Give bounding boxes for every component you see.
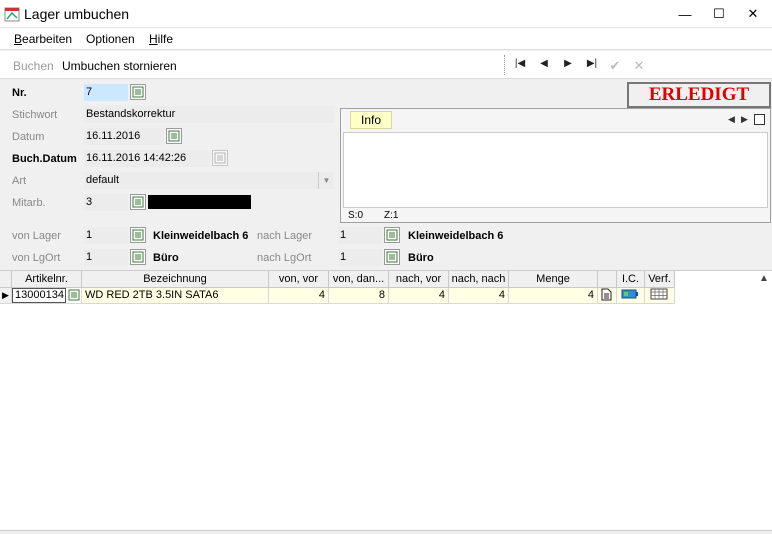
umbuchen-stornieren-button[interactable]: Umbuchen stornieren [62,59,177,73]
window-title: Lager umbuchen [24,6,130,22]
nr-label: Nr. [12,87,27,99]
von-lager-name: Kleinweidelbach 6 [153,230,249,242]
artikel-picker-icon[interactable] [67,288,81,302]
nr-picker-icon[interactable] [130,84,146,100]
grid-header-verf[interactable]: Verf. [645,271,675,288]
von-lgort-picker-icon[interactable] [130,249,146,265]
von-lgort-label: von LgOrt [12,252,61,264]
verf-calendar-icon[interactable] [645,288,675,304]
tab-info[interactable]: Info [350,111,392,129]
art-select[interactable]: default [84,172,318,189]
menu-bar: Bearbeiten Optionen Hilfe [0,28,772,50]
von-lager-label: von Lager [12,230,61,242]
cell-nach-vor[interactable]: 4 [389,288,449,304]
toolbar-separator [504,55,505,75]
menu-optionen[interactable]: Optionen [86,32,135,46]
document-icon[interactable] [598,288,617,304]
stichwort-field[interactable]: Bestandskorrektur [84,106,334,123]
nach-lgort-name: Büro [408,252,434,264]
close-button[interactable]: ✕ [734,0,772,28]
cell-artikelnr[interactable]: 13000134 [12,288,66,303]
datum-field[interactable]: 16.11.2016 [84,128,164,145]
title-bar: Lager umbuchen — ☐ ✕ [0,0,772,28]
grid-header-von-vor[interactable]: von, vor [269,271,329,288]
ic-battery-icon[interactable] [617,288,645,304]
row-indicator-icon: ▶ [0,288,12,304]
article-grid [0,270,772,534]
status-badge: ERLEDIGT [627,82,771,108]
cell-nach-nach[interactable]: 4 [449,288,509,304]
grid-header-indicator [0,271,12,288]
cell-menge[interactable]: 4 [509,288,598,304]
mitarb-label: Mitarb. [12,197,46,209]
stichwort-label: Stichwort [12,109,58,121]
nach-lager-picker-icon[interactable] [384,227,400,243]
info-z-counter: Z:1 [384,210,399,221]
last-record-icon[interactable]: ▶| [584,58,600,72]
info-next-icon[interactable]: ▶ [741,114,748,125]
confirm-icon[interactable]: ✔ [607,58,623,73]
von-lager-picker-icon[interactable] [130,227,146,243]
nach-lager-field[interactable]: 1 [338,227,382,244]
info-textarea[interactable] [343,132,768,208]
cancel-icon[interactable]: ✕ [631,58,647,73]
art-label: Art [12,175,27,187]
nr-field[interactable]: 7 [84,84,128,101]
cell-von-dan[interactable]: 8 [329,288,389,304]
status-bar [0,530,772,534]
first-record-icon[interactable]: |◀ [512,58,528,72]
cell-bezeichnung[interactable]: WD RED 2TB 3.5IN SATA6 [82,288,269,304]
grid-header-menge[interactable]: Menge [509,271,598,288]
app-icon [4,6,20,22]
art-dropdown-icon[interactable]: ▼ [318,172,334,189]
minimize-button[interactable]: — [666,0,704,28]
grid-header-bezeichnung[interactable]: Bezeichnung [82,271,269,288]
nach-lager-name: Kleinweidelbach 6 [408,230,504,242]
grid-header-artikelnr[interactable]: Artikelnr. [12,271,82,288]
datum-label: Datum [12,131,45,143]
maximize-button[interactable]: ☐ [700,0,738,28]
info-s-counter: S:0 [348,210,364,221]
grid-scroll-up-icon[interactable]: ▲ [757,273,771,287]
mitarb-picker-icon[interactable] [130,194,146,210]
mitarb-field[interactable]: 3 [84,194,128,211]
cell-von-vor[interactable]: 4 [269,288,329,304]
buchdatum-label: Buch.Datum [12,153,77,165]
prev-record-icon[interactable]: ◀ [536,58,552,72]
grid-header-von-dan[interactable]: von, dan... [329,271,389,288]
table-row[interactable]: 13000134 [12,288,82,304]
menu-bearbeiten[interactable]: Bearbeiten [14,32,72,46]
von-lgort-name: Büro [153,252,179,264]
buchen-button[interactable]: Buchen [13,59,54,73]
grid-header-doc[interactable] [598,271,617,288]
buchdatum-field[interactable]: 16.11.2016 14:42:26 [84,150,210,167]
buchdatum-calendar-icon[interactable] [212,150,228,166]
redacted-name [148,195,251,209]
von-lgort-field[interactable]: 1 [84,249,128,266]
next-record-icon[interactable]: ▶ [560,58,576,72]
info-prev-icon[interactable]: ◀ [728,114,735,125]
nach-lgort-label: nach LgOrt [257,252,312,264]
datum-calendar-icon[interactable] [166,128,182,144]
grid-header-ic[interactable]: I.C. [617,271,645,288]
von-lager-field[interactable]: 1 [84,227,128,244]
menu-hilfe[interactable]: Hilfe [149,32,173,46]
nach-lager-label: nach Lager [257,230,313,242]
grid-header-nach-vor[interactable]: nach, vor [389,271,449,288]
info-expand-icon[interactable] [754,114,765,125]
grid-header-nach-nach[interactable]: nach, nach [449,271,509,288]
toolbar: Buchen Umbuchen stornieren |◀ ◀ ▶ ▶| ✔ ✕ [0,51,772,79]
nach-lgort-field[interactable]: 1 [338,249,382,266]
nach-lgort-picker-icon[interactable] [384,249,400,265]
